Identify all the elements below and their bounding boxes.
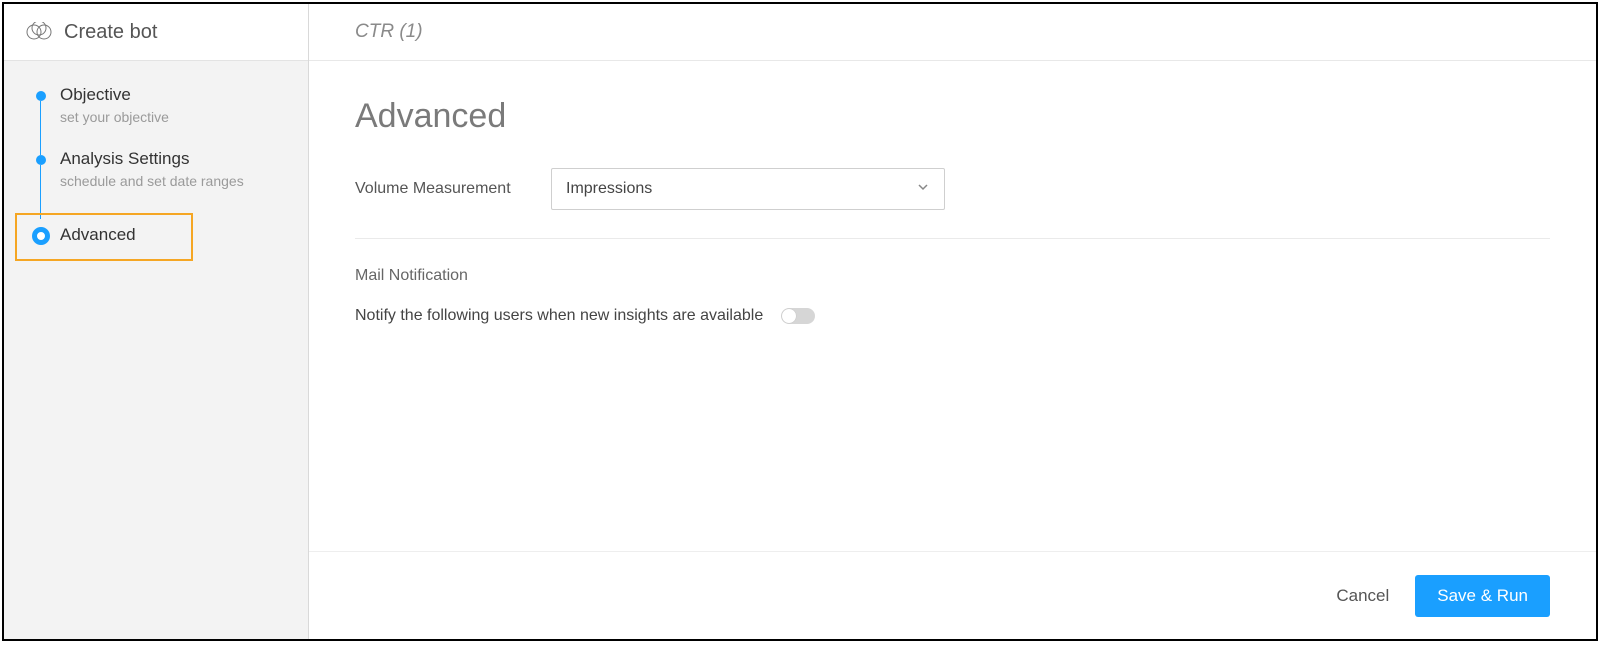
sidebar-header: Create bot — [4, 4, 308, 61]
notify-toggle[interactable] — [781, 308, 815, 324]
step-subtitle: schedule and set date ranges — [60, 173, 294, 189]
main-panel: CTR (1) Advanced Volume Measurement Impr… — [309, 4, 1596, 639]
page-title: Advanced — [355, 97, 1550, 136]
step-connector — [40, 101, 41, 155]
volume-measurement-select[interactable]: Impressions — [551, 168, 945, 210]
sidebar-title: Create bot — [64, 21, 157, 44]
step-analysis-settings[interactable]: Analysis Settings schedule and set date … — [4, 149, 308, 213]
app-window: Create bot Objective set your objective … — [2, 2, 1598, 641]
volume-measurement-label: Volume Measurement — [355, 180, 551, 198]
save-run-button[interactable]: Save & Run — [1415, 575, 1550, 617]
chevron-down-icon — [916, 180, 930, 199]
select-value: Impressions — [566, 180, 652, 198]
step-title: Objective — [60, 85, 294, 105]
step-subtitle: set your objective — [60, 109, 294, 125]
cancel-button[interactable]: Cancel — [1336, 586, 1389, 606]
step-bullet-current-icon — [32, 227, 50, 245]
step-advanced[interactable]: Advanced — [4, 213, 308, 261]
notify-row: Notify the following users when new insi… — [355, 307, 1550, 325]
main-header: CTR (1) — [309, 4, 1596, 61]
step-bullet-icon — [36, 155, 46, 165]
section-divider — [355, 238, 1550, 239]
step-title: Analysis Settings — [60, 149, 294, 169]
breadcrumb: CTR (1) — [355, 21, 423, 43]
footer-bar: Cancel Save & Run — [309, 551, 1596, 639]
app-logo-icon — [26, 22, 52, 42]
mail-notification-heading: Mail Notification — [355, 267, 1550, 285]
step-title: Advanced — [60, 213, 294, 245]
step-connector — [40, 165, 41, 219]
volume-measurement-row: Volume Measurement Impressions — [355, 168, 1550, 210]
notify-label: Notify the following users when new insi… — [355, 307, 763, 325]
step-bullet-icon — [36, 91, 46, 101]
content-area: Advanced Volume Measurement Impressions … — [309, 61, 1596, 551]
wizard-steps: Objective set your objective Analysis Se… — [4, 61, 308, 261]
sidebar: Create bot Objective set your objective … — [4, 4, 309, 639]
step-objective[interactable]: Objective set your objective — [4, 85, 308, 149]
